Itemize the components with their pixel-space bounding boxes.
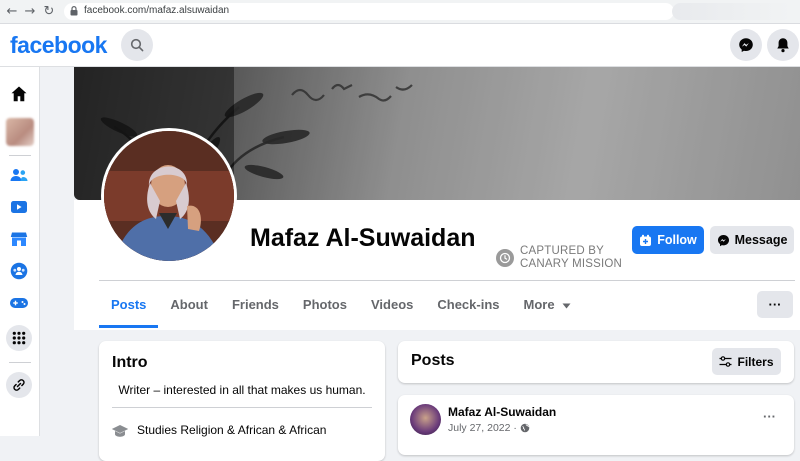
filters-label: Filters	[737, 354, 774, 369]
tab-friends[interactable]: Friends	[220, 286, 291, 328]
message-label: Message	[734, 233, 788, 247]
filters-icon	[719, 356, 732, 367]
url-text: facebook.com/mafaz.alsuwaidan	[84, 5, 230, 16]
reload-icon[interactable]: ↻	[41, 4, 57, 19]
friends-icon[interactable]	[9, 165, 29, 185]
address-bar[interactable]: facebook.com/mafaz.alsuwaidan	[64, 3, 674, 20]
facebook-logo[interactable]: facebook	[10, 32, 107, 59]
home-icon[interactable]	[9, 84, 29, 104]
back-icon[interactable]: ←	[4, 4, 20, 19]
globe-icon	[520, 423, 530, 433]
watermark-line-2: CANARY MISSION	[520, 258, 623, 270]
tab-check-ins[interactable]: Check-ins	[425, 286, 511, 328]
nav-separator	[9, 362, 31, 363]
post-date-text: July 27, 2022 ·	[448, 422, 517, 434]
watermark-line-1: CAPTURED BY	[520, 245, 604, 257]
post-timestamp[interactable]: July 27, 2022 ·	[448, 422, 530, 434]
toolbar-extensions	[672, 3, 792, 20]
posts-header-card: Posts Filters	[398, 341, 794, 383]
profile-name: Mafaz Al-Suwaidan	[250, 224, 476, 252]
messenger-icon	[717, 234, 729, 246]
canary-logo-icon	[496, 249, 514, 267]
post-card: Mafaz Al-Suwaidan July 27, 2022 · ···	[398, 395, 794, 455]
profile-picture[interactable]	[101, 128, 237, 264]
message-button[interactable]: Message	[710, 226, 794, 254]
gaming-icon[interactable]	[9, 293, 29, 313]
nav-separator	[9, 155, 31, 156]
link-icon[interactable]	[6, 372, 32, 398]
left-nav-rail	[0, 67, 40, 436]
follow-icon	[640, 234, 652, 246]
post-author-avatar[interactable]	[410, 404, 441, 435]
browser-toolbar: ← → ↻ facebook.com/mafaz.alsuwaidan	[0, 0, 800, 24]
profile-avatar[interactable]	[6, 118, 34, 146]
filters-button[interactable]: Filters	[712, 348, 781, 375]
intro-education: Studies Religion & African & African	[137, 423, 327, 437]
follow-label: Follow	[657, 233, 697, 247]
more-actions-button[interactable]: ···	[757, 291, 793, 318]
intro-bio: Writer – interested in all that makes us…	[118, 383, 366, 397]
intro-title: Intro	[112, 354, 148, 371]
messenger-icon[interactable]	[730, 29, 762, 61]
search-icon[interactable]	[121, 29, 153, 61]
tab-more[interactable]: More	[512, 286, 584, 328]
tab-more-label: More	[523, 297, 555, 312]
post-options-button[interactable]: ···	[763, 409, 776, 424]
post-author-name[interactable]: Mafaz Al-Suwaidan	[448, 405, 556, 419]
intro-divider	[112, 407, 372, 408]
facebook-header: facebook	[0, 24, 800, 67]
tab-posts[interactable]: Posts	[99, 286, 159, 328]
follow-button[interactable]: Follow	[632, 226, 704, 254]
profile-divider	[99, 280, 795, 281]
groups-icon[interactable]	[9, 261, 29, 281]
watch-icon[interactable]	[9, 197, 29, 217]
tab-photos[interactable]: Photos	[291, 286, 359, 328]
tab-about[interactable]: About	[158, 286, 220, 328]
menu-grid-icon[interactable]	[6, 325, 32, 351]
lock-icon	[70, 6, 78, 16]
intro-card: Intro Writer – interested in all that ma…	[99, 341, 385, 461]
caret-down-icon	[562, 303, 571, 309]
forward-icon[interactable]: →	[22, 4, 38, 19]
canary-mission-watermark: CAPTURED BY CANARY MISSION	[496, 245, 622, 271]
posts-title: Posts	[411, 352, 455, 369]
notifications-icon[interactable]	[767, 29, 799, 61]
profile-tabs: Posts About Friends Photos Videos Check-…	[99, 286, 583, 328]
marketplace-icon[interactable]	[9, 229, 29, 249]
profile-photo	[104, 131, 234, 261]
tab-videos[interactable]: Videos	[359, 286, 425, 328]
